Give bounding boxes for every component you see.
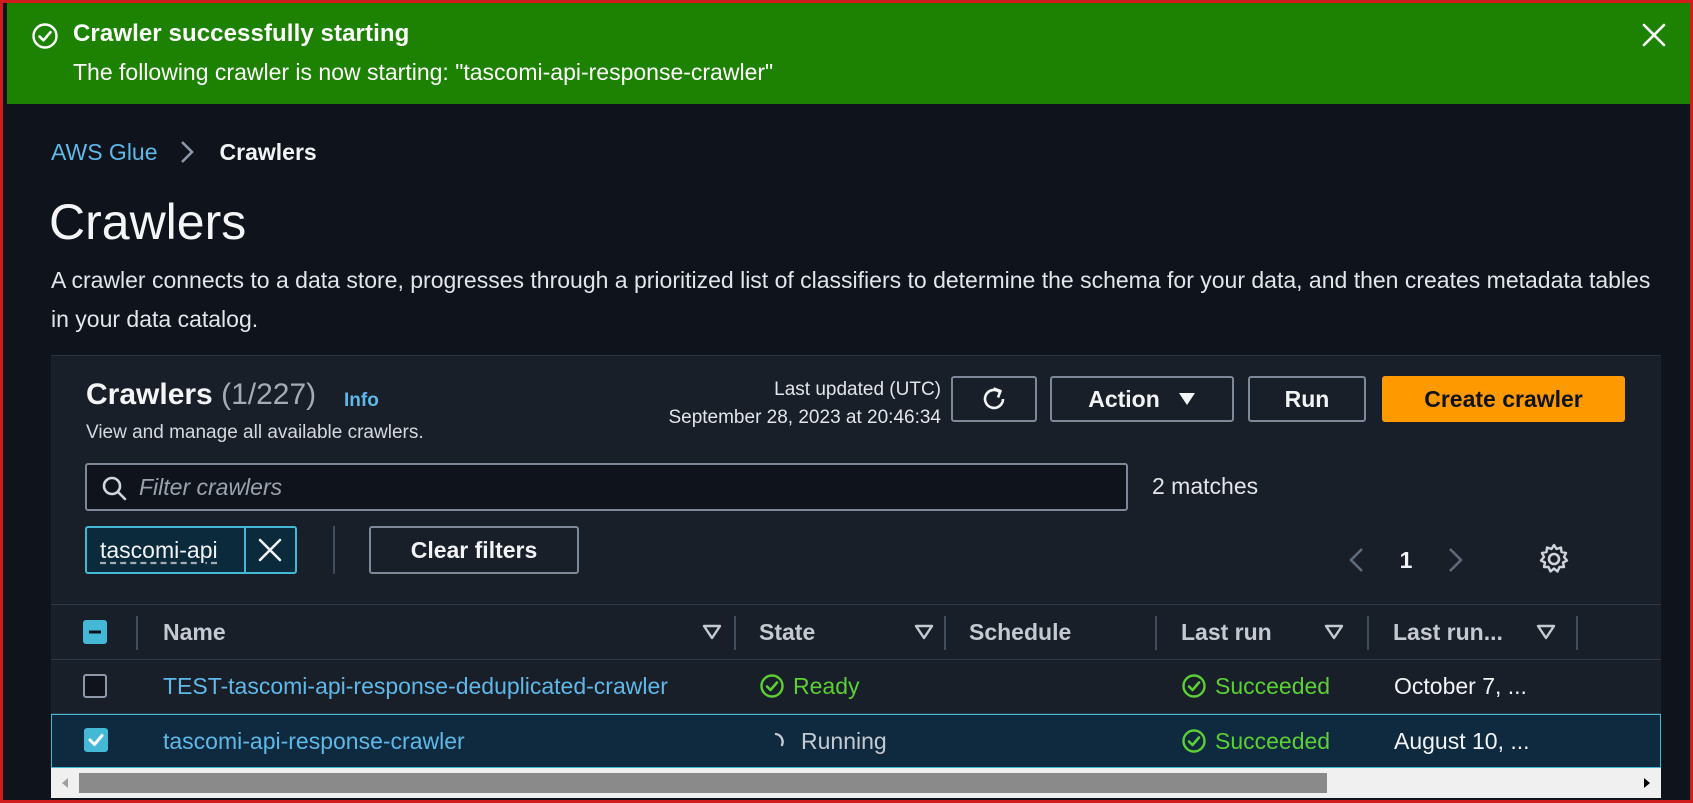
filter-field (85, 463, 1128, 511)
table-subtitle: View and manage all available crawlers. (86, 422, 424, 443)
table-title-text: Crawlers (86, 378, 213, 411)
state-text: Ready (793, 672, 860, 699)
page-number[interactable]: 1 (1373, 547, 1439, 574)
filter-crawlers-input[interactable] (139, 465, 1109, 509)
last-run-cell: Succeeded (1181, 715, 1330, 767)
table-row-selected[interactable]: tascomi-api-response-crawler Running Suc… (51, 714, 1661, 768)
matches-count: 2 matches (1152, 473, 1259, 499)
close-icon[interactable] (1638, 19, 1670, 51)
table-header: Name State Schedule Last run Last run... (51, 604, 1661, 660)
action-label: Action (1088, 385, 1160, 412)
sort-down-icon[interactable] (701, 621, 723, 643)
flash-title: Crawler successfully starting (73, 20, 410, 47)
close-icon (258, 538, 282, 562)
horizontal-scrollbar[interactable] (51, 768, 1661, 798)
search-icon (102, 476, 127, 501)
status-success-icon (1182, 674, 1206, 698)
spinner-icon (774, 732, 784, 747)
scroll-left-arrow-icon[interactable] (57, 775, 73, 791)
flash-message: The following crawler is now starting: "… (73, 59, 774, 85)
table-count: (1/227) (221, 378, 317, 411)
success-flash-banner: Crawler successfully starting The follow… (7, 3, 1690, 104)
page-description: A crawler connects to a data store, prog… (51, 267, 1651, 332)
select-all-checkbox[interactable] (83, 620, 107, 644)
breadcrumb-current: Crawlers (219, 138, 317, 165)
refresh-button[interactable] (951, 376, 1037, 422)
last-run-time-cell: October 7, ... (1394, 672, 1527, 699)
clear-filters-button[interactable]: Clear filters (369, 526, 579, 574)
chevron-right-icon[interactable] (1439, 544, 1471, 576)
sort-down-icon[interactable] (1323, 621, 1345, 643)
run-button[interactable]: Run (1248, 376, 1366, 422)
column-divider (944, 616, 946, 650)
column-header-last-run-time[interactable]: Last run... (1393, 605, 1503, 659)
last-run-text: Succeeded (1215, 727, 1331, 754)
check-circle-icon (32, 23, 58, 49)
scrollbar-thumb[interactable] (79, 773, 1327, 793)
column-header-schedule[interactable]: Schedule (969, 605, 1071, 659)
row-checkbox[interactable] (83, 674, 107, 698)
column-header-name[interactable]: Name (163, 605, 226, 659)
pagination: 1 (1341, 542, 1471, 578)
refresh-icon (983, 387, 1005, 410)
column-divider (1367, 616, 1369, 650)
caret-down-icon (1178, 393, 1195, 405)
sort-down-icon[interactable] (913, 621, 935, 643)
last-run-text: Succeeded (1215, 672, 1331, 699)
filter-token: tascomi-api (85, 526, 297, 574)
table-row[interactable]: TEST-tascomi-api-response-deduplicated-c… (51, 660, 1661, 714)
row-checkbox[interactable] (84, 728, 108, 752)
filter-token-label[interactable]: tascomi-api (87, 537, 244, 564)
table-title: Crawlers (1/227) (86, 378, 316, 412)
page-title: Crawlers (49, 194, 247, 250)
toolbar-divider (333, 526, 335, 574)
crawler-name-link[interactable]: tascomi-api-response-crawler (163, 715, 465, 767)
column-divider (136, 616, 138, 650)
info-link[interactable]: Info (344, 390, 379, 412)
breadcrumb: AWS Glue Crawlers (51, 137, 317, 167)
scroll-right-arrow-icon[interactable] (1639, 775, 1655, 791)
status-success-icon (760, 674, 784, 698)
checkmark-icon (88, 734, 104, 746)
minus-icon (89, 630, 101, 634)
last-updated-value: September 28, 2023 at 20:46:34 (668, 407, 941, 428)
breadcrumb-aws-glue[interactable]: AWS Glue (51, 139, 158, 166)
last-updated: Last updated (UTC) September 28, 2023 at… (668, 376, 941, 432)
chevron-left-icon[interactable] (1341, 544, 1373, 576)
action-dropdown-button[interactable]: Action (1050, 376, 1234, 422)
column-divider (1576, 616, 1578, 650)
state-text: Running (801, 727, 887, 754)
create-crawler-button[interactable]: Create crawler (1382, 376, 1625, 422)
column-header-last-run[interactable]: Last run (1181, 605, 1272, 659)
filter-token-remove-button[interactable] (243, 528, 295, 572)
sort-down-icon[interactable] (1535, 621, 1557, 643)
column-header-state[interactable]: State (759, 605, 815, 659)
last-run-time-cell: August 10, ... (1394, 727, 1530, 754)
crawlers-table-container: Crawlers (1/227) Info View and manage al… (51, 355, 1661, 798)
gear-icon[interactable] (1537, 542, 1571, 576)
last-run-cell: Succeeded (1181, 660, 1330, 712)
state-cell: Running (769, 715, 887, 767)
column-divider (734, 616, 736, 650)
page: Crawler successfully starting The follow… (0, 0, 1693, 803)
last-updated-label: Last updated (UTC) (774, 379, 941, 400)
state-cell: Ready (759, 660, 859, 712)
status-success-icon (1182, 729, 1206, 753)
chevron-right-icon (180, 141, 194, 163)
column-divider (1155, 616, 1157, 650)
crawler-name-link[interactable]: TEST-tascomi-api-response-deduplicated-c… (163, 660, 668, 712)
